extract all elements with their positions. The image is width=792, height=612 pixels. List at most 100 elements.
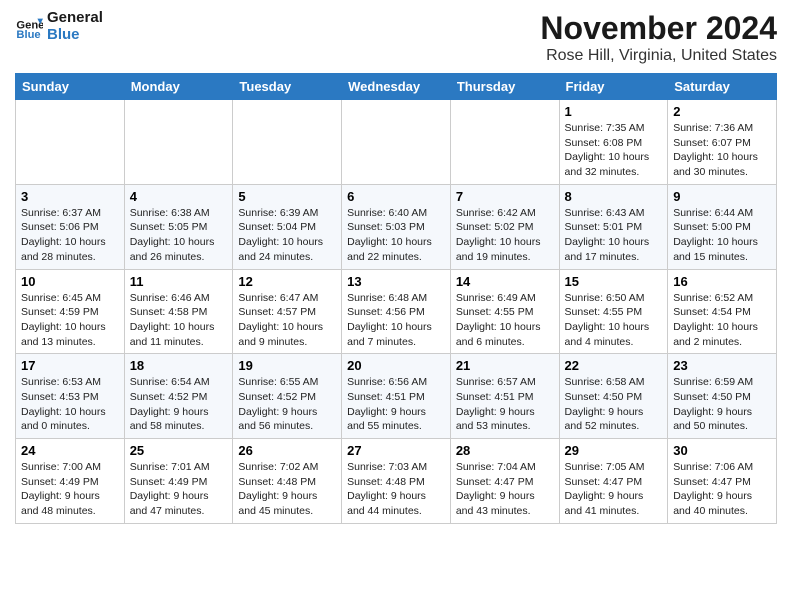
day-cell: 25Sunrise: 7:01 AM Sunset: 4:49 PM Dayli… xyxy=(124,439,233,524)
day-number: 6 xyxy=(347,189,445,204)
day-info: Sunrise: 7:04 AM Sunset: 4:47 PM Dayligh… xyxy=(456,460,554,519)
day-info: Sunrise: 6:48 AM Sunset: 4:56 PM Dayligh… xyxy=(347,291,445,350)
day-cell: 14 Sunrise: 6:49 AM Sunset: 4:55 PM Dayli… xyxy=(450,269,559,354)
day-cell: 23Sunrise: 6:59 AM Sunset: 4:50 PM Dayli… xyxy=(668,354,777,439)
day-number: 28 xyxy=(456,443,554,458)
day-cell: 19 Sunrise: 6:55 AM Sunset: 4:52 PM Dayli… xyxy=(233,354,342,439)
day-cell: 2Sunrise: 7:36 AM Sunset: 6:07 PM Daylig… xyxy=(668,100,777,185)
day-number: 21 xyxy=(456,358,554,373)
day-cell: 10 Sunrise: 6:45 AM Sunset: 4:59 PM Dayli… xyxy=(16,269,125,354)
day-info: Sunrise: 6:46 AM Sunset: 4:58 PM Dayligh… xyxy=(130,291,228,350)
month-title: November 2024 xyxy=(540,10,777,47)
day-number: 19 xyxy=(238,358,336,373)
day-number: 15 xyxy=(565,274,663,289)
logo-icon: General Blue xyxy=(15,13,43,41)
day-cell: 4Sunrise: 6:38 AM Sunset: 5:05 PM Daylig… xyxy=(124,184,233,269)
day-info: Sunrise: 6:45 AM Sunset: 4:59 PM Dayligh… xyxy=(21,291,119,350)
weekday-header-tuesday: Tuesday xyxy=(233,74,342,100)
day-cell: 22Sunrise: 6:58 AM Sunset: 4:50 PM Dayli… xyxy=(559,354,668,439)
day-number: 30 xyxy=(673,443,771,458)
day-cell: 30Sunrise: 7:06 AM Sunset: 4:47 PM Dayli… xyxy=(668,439,777,524)
day-info: Sunrise: 7:35 AM Sunset: 6:08 PM Dayligh… xyxy=(565,121,663,180)
day-number: 1 xyxy=(565,104,663,119)
week-row-3: 10 Sunrise: 6:45 AM Sunset: 4:59 PM Dayli… xyxy=(16,269,777,354)
day-cell: 8 Sunrise: 6:43 AM Sunset: 5:01 PM Daylig… xyxy=(559,184,668,269)
day-number: 3 xyxy=(21,189,119,204)
weekday-header-sunday: Sunday xyxy=(16,74,125,100)
day-cell: 13 Sunrise: 6:48 AM Sunset: 4:56 PM Dayli… xyxy=(342,269,451,354)
svg-text:Blue: Blue xyxy=(16,29,40,41)
day-info: Sunrise: 6:43 AM Sunset: 5:01 PM Dayligh… xyxy=(565,206,663,265)
day-info: Sunrise: 6:57 AM Sunset: 4:51 PM Dayligh… xyxy=(456,375,554,434)
day-cell: 17Sunrise: 6:53 AM Sunset: 4:53 PM Dayli… xyxy=(16,354,125,439)
day-number: 20 xyxy=(347,358,445,373)
weekday-header-thursday: Thursday xyxy=(450,74,559,100)
day-number: 12 xyxy=(238,274,336,289)
day-info: Sunrise: 7:02 AM Sunset: 4:48 PM Dayligh… xyxy=(238,460,336,519)
day-number: 16 xyxy=(673,274,771,289)
day-cell: 28 Sunrise: 7:04 AM Sunset: 4:47 PM Dayli… xyxy=(450,439,559,524)
day-cell: 18 Sunrise: 6:54 AM Sunset: 4:52 PM Dayli… xyxy=(124,354,233,439)
week-row-2: 3Sunrise: 6:37 AM Sunset: 5:06 PM Daylig… xyxy=(16,184,777,269)
day-number: 24 xyxy=(21,443,119,458)
calendar-table: SundayMondayTuesdayWednesdayThursdayFrid… xyxy=(15,73,777,524)
day-cell xyxy=(16,100,125,185)
weekday-header-monday: Monday xyxy=(124,74,233,100)
day-info: Sunrise: 7:05 AM Sunset: 4:47 PM Dayligh… xyxy=(565,460,663,519)
day-number: 9 xyxy=(673,189,771,204)
week-row-4: 17Sunrise: 6:53 AM Sunset: 4:53 PM Dayli… xyxy=(16,354,777,439)
day-cell xyxy=(342,100,451,185)
logo: General Blue General Blue xyxy=(15,10,103,43)
day-cell xyxy=(450,100,559,185)
day-cell: 12 Sunrise: 6:47 AM Sunset: 4:57 PM Dayli… xyxy=(233,269,342,354)
day-number: 10 xyxy=(21,274,119,289)
day-number: 14 xyxy=(456,274,554,289)
week-row-1: 1 Sunrise: 7:35 AM Sunset: 6:08 PM Daylig… xyxy=(16,100,777,185)
day-info: Sunrise: 6:59 AM Sunset: 4:50 PM Dayligh… xyxy=(673,375,771,434)
day-cell xyxy=(124,100,233,185)
day-number: 8 xyxy=(565,189,663,204)
logo-general: General xyxy=(47,10,103,27)
logo-blue: Blue xyxy=(47,27,103,44)
day-info: Sunrise: 6:47 AM Sunset: 4:57 PM Dayligh… xyxy=(238,291,336,350)
day-info: Sunrise: 6:53 AM Sunset: 4:53 PM Dayligh… xyxy=(21,375,119,434)
day-number: 26 xyxy=(238,443,336,458)
day-number: 7 xyxy=(456,189,554,204)
weekday-header-wednesday: Wednesday xyxy=(342,74,451,100)
day-cell: 15 Sunrise: 6:50 AM Sunset: 4:55 PM Dayli… xyxy=(559,269,668,354)
day-cell: 24Sunrise: 7:00 AM Sunset: 4:49 PM Dayli… xyxy=(16,439,125,524)
day-info: Sunrise: 7:01 AM Sunset: 4:49 PM Dayligh… xyxy=(130,460,228,519)
day-number: 4 xyxy=(130,189,228,204)
weekday-header-row: SundayMondayTuesdayWednesdayThursdayFrid… xyxy=(16,74,777,100)
page-header: General Blue General Blue November 2024 … xyxy=(15,10,777,65)
day-number: 13 xyxy=(347,274,445,289)
day-cell xyxy=(233,100,342,185)
week-row-5: 24Sunrise: 7:00 AM Sunset: 4:49 PM Dayli… xyxy=(16,439,777,524)
day-info: Sunrise: 6:49 AM Sunset: 4:55 PM Dayligh… xyxy=(456,291,554,350)
day-info: Sunrise: 6:44 AM Sunset: 5:00 PM Dayligh… xyxy=(673,206,771,265)
day-cell: 21 Sunrise: 6:57 AM Sunset: 4:51 PM Dayli… xyxy=(450,354,559,439)
day-cell: 6Sunrise: 6:40 AM Sunset: 5:03 PM Daylig… xyxy=(342,184,451,269)
day-info: Sunrise: 6:50 AM Sunset: 4:55 PM Dayligh… xyxy=(565,291,663,350)
day-info: Sunrise: 6:54 AM Sunset: 4:52 PM Dayligh… xyxy=(130,375,228,434)
day-cell: 16 Sunrise: 6:52 AM Sunset: 4:54 PM Dayli… xyxy=(668,269,777,354)
day-info: Sunrise: 6:55 AM Sunset: 4:52 PM Dayligh… xyxy=(238,375,336,434)
day-info: Sunrise: 6:42 AM Sunset: 5:02 PM Dayligh… xyxy=(456,206,554,265)
day-info: Sunrise: 7:03 AM Sunset: 4:48 PM Dayligh… xyxy=(347,460,445,519)
day-cell: 5Sunrise: 6:39 AM Sunset: 5:04 PM Daylig… xyxy=(233,184,342,269)
day-info: Sunrise: 6:52 AM Sunset: 4:54 PM Dayligh… xyxy=(673,291,771,350)
day-info: Sunrise: 7:36 AM Sunset: 6:07 PM Dayligh… xyxy=(673,121,771,180)
day-number: 18 xyxy=(130,358,228,373)
day-number: 27 xyxy=(347,443,445,458)
day-cell: 1 Sunrise: 7:35 AM Sunset: 6:08 PM Daylig… xyxy=(559,100,668,185)
day-cell: 3Sunrise: 6:37 AM Sunset: 5:06 PM Daylig… xyxy=(16,184,125,269)
weekday-header-friday: Friday xyxy=(559,74,668,100)
location-title: Rose Hill, Virginia, United States xyxy=(540,47,777,65)
day-info: Sunrise: 6:39 AM Sunset: 5:04 PM Dayligh… xyxy=(238,206,336,265)
weekday-header-saturday: Saturday xyxy=(668,74,777,100)
day-number: 29 xyxy=(565,443,663,458)
day-cell: 9 Sunrise: 6:44 AM Sunset: 5:00 PM Daylig… xyxy=(668,184,777,269)
day-cell: 7 Sunrise: 6:42 AM Sunset: 5:02 PM Daylig… xyxy=(450,184,559,269)
day-cell: 27 Sunrise: 7:03 AM Sunset: 4:48 PM Dayli… xyxy=(342,439,451,524)
day-cell: 29 Sunrise: 7:05 AM Sunset: 4:47 PM Dayli… xyxy=(559,439,668,524)
